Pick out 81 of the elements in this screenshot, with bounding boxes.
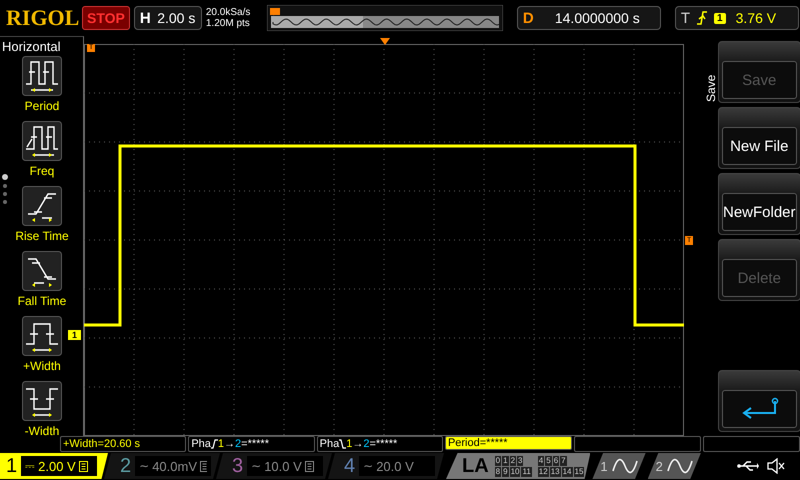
channel-tab[interactable]: 3 ~ 10.0 V <box>216 453 332 479</box>
page-dot[interactable] <box>3 200 7 204</box>
channel-marker: 1 <box>68 330 82 340</box>
page-dot[interactable] <box>2 174 8 180</box>
coupling-symbol: ~ <box>139 459 150 473</box>
softkey-button[interactable]: New File <box>722 127 797 165</box>
digital-channel-number: 15 <box>574 466 584 476</box>
coupling-symbol: ~ <box>363 459 374 473</box>
measure-label[interactable]: +Width <box>23 359 61 373</box>
measure-label[interactable]: Period <box>24 99 60 113</box>
channel-tab[interactable]: 2 ~ 40.0mV <box>104 453 220 479</box>
digital-channel-number: 5 <box>545 456 552 466</box>
measure-label[interactable]: Freq <box>30 164 54 178</box>
digital-channel-number: 11 <box>521 466 532 476</box>
memory-depth: 1.20M pts <box>206 18 251 29</box>
measurement-readout[interactable]: Period=***** <box>444 436 572 450</box>
generator-tab[interactable]: 2 <box>648 453 701 479</box>
measure-label[interactable]: -Width <box>24 424 60 438</box>
coupling-symbol: ~ <box>251 459 262 473</box>
freq-measure-icon[interactable] <box>22 121 62 161</box>
sample-rate: 20.0kSa/s <box>206 7 252 18</box>
channel-number: 4 <box>344 454 356 478</box>
digital-channel-number: 9 <box>502 466 509 476</box>
digital-channel-number: 12 <box>538 466 549 476</box>
digital-channel-number: 7 <box>560 456 567 466</box>
digital-channel-number: 13 <box>550 466 561 476</box>
timebase-panel[interactable]: H 2.00 s <box>134 6 202 30</box>
trigger-level: 3.76 V <box>736 10 776 26</box>
delay-value: 14.0000000 s <box>554 10 641 26</box>
channel-number: 1 <box>6 454 18 478</box>
coupling-symbol: ⎓ <box>25 459 36 473</box>
sine-wave-icon <box>612 457 638 475</box>
period-measure-icon[interactable] <box>22 56 62 96</box>
timebase-value: 2.00 s <box>156 10 196 26</box>
channel-tab[interactable]: 1 ⎓ 2.00 V <box>0 453 108 479</box>
digital-channel-number: 0 <box>494 456 502 466</box>
channel-number: 3 <box>232 454 244 478</box>
channel-scale: 10.0 V <box>264 458 302 474</box>
falling-edge-icon <box>339 439 346 449</box>
channel-number: 2 <box>120 454 132 478</box>
horizontal-label: H <box>140 10 151 26</box>
menu-title: Save <box>704 74 718 102</box>
measurement-readout[interactable]: +Width=20.60 s <box>60 436 186 452</box>
nwidth-measure-icon[interactable] <box>22 381 62 421</box>
channel-scale: 20.0 V <box>376 458 414 474</box>
trigger-source: 1 <box>714 12 726 24</box>
brand-logo: RIGOL <box>6 5 78 31</box>
softkey-button[interactable]: NewFolder <box>722 193 797 231</box>
digital-channel-number: 3 <box>517 456 524 466</box>
digital-channel-number: 8 <box>494 466 502 476</box>
digital-channel-number: 6 <box>552 456 560 466</box>
pwidth-measure-icon[interactable] <box>22 316 62 356</box>
digital-channel-number: 10 <box>510 466 520 476</box>
rising-edge-icon <box>696 11 708 25</box>
digital-channel-number: 2 <box>510 456 516 466</box>
measure-label[interactable]: Fall Time <box>18 294 66 308</box>
sine-wave-icon <box>666 457 693 475</box>
channel-scale: 40.0mV <box>152 458 197 474</box>
measurement-readout[interactable]: Pha 1→2=***** <box>188 436 315 452</box>
logic-analyzer-tab[interactable]: LA 0 1 2 3 4 5 6 7 8 9 10 11 12 13 14 15 <box>446 453 590 479</box>
digital-channel-number: 14 <box>562 466 573 476</box>
digital-channel-number: 4 <box>538 456 544 466</box>
delay-label: D <box>522 10 534 26</box>
menu-title: Horizontal <box>1 38 62 54</box>
measure-label[interactable]: Rise Time <box>15 229 69 243</box>
rise-measure-icon[interactable] <box>22 186 62 226</box>
fall-measure-icon[interactable] <box>22 251 62 291</box>
page-dot[interactable] <box>3 192 7 196</box>
channel-tab[interactable]: 4 ~ 20.0 V <box>328 453 444 479</box>
trigger-label: T <box>680 10 690 26</box>
channel-scale: 2.00 V <box>38 458 76 474</box>
measurement-readout[interactable]: Pha 1→2=***** <box>316 436 443 452</box>
back-button[interactable] <box>722 390 797 428</box>
digital-channel-number: 1 <box>502 456 509 466</box>
trigger-panel[interactable]: T 1 3.76 V <box>674 6 799 30</box>
rising-edge-icon <box>210 439 218 449</box>
generator-tab[interactable]: 1 <box>592 453 646 479</box>
page-dot[interactable] <box>3 184 7 188</box>
speaker-muted-icon <box>766 458 785 474</box>
delay-panel[interactable]: D 14.0000000 s <box>516 6 661 30</box>
usb-icon <box>736 460 759 472</box>
